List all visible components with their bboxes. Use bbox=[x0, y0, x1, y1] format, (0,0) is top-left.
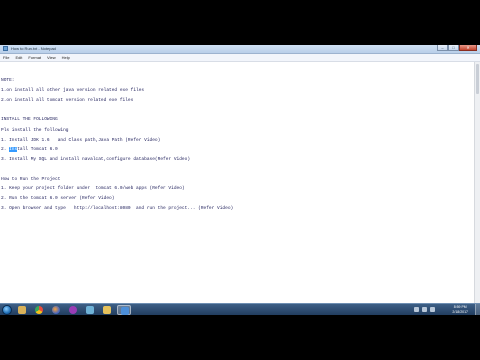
taskbar-folder-icon[interactable] bbox=[100, 305, 114, 315]
notepad-glyph bbox=[121, 307, 129, 315]
text-line: 3. Open browser and type http://localhos… bbox=[1, 206, 234, 211]
firefox-glyph bbox=[52, 306, 60, 314]
taskbar-firefox-icon[interactable] bbox=[49, 305, 63, 315]
chrome-glyph bbox=[35, 306, 43, 314]
text-line: 1. Install JDK 1.6 and Class path,Java P… bbox=[1, 138, 161, 143]
text-line-selected: 2. Install Tomcat 6.0 bbox=[1, 147, 58, 152]
notepad-icon bbox=[3, 46, 8, 51]
menu-file[interactable]: File bbox=[0, 54, 12, 61]
clock-time: 8:59 PM bbox=[453, 305, 467, 309]
tray-network-icon[interactable] bbox=[422, 307, 427, 312]
menu-view[interactable]: View bbox=[44, 54, 59, 61]
network-glyph bbox=[86, 306, 94, 314]
screen: How to Run.txt - Notepad – □ ✕ File Edit… bbox=[0, 45, 480, 315]
taskbar-media-player-icon[interactable] bbox=[66, 305, 80, 315]
clock-date: 2/18/2017 bbox=[452, 309, 468, 314]
menu-help[interactable]: Help bbox=[59, 54, 73, 61]
line-prefix: 2. bbox=[1, 147, 10, 152]
media-player-glyph bbox=[69, 306, 77, 314]
folder-glyph bbox=[103, 306, 111, 314]
show-desktop-button[interactable] bbox=[475, 304, 480, 315]
window-controls: – □ ✕ bbox=[437, 45, 477, 52]
taskbar-explorer-icon[interactable] bbox=[15, 305, 29, 315]
system-clock[interactable]: 8:59 PM 2/18/2017 bbox=[452, 305, 468, 314]
tray-flag-icon[interactable] bbox=[414, 307, 419, 312]
maximize-button[interactable]: □ bbox=[448, 45, 459, 51]
taskbar: 8:59 PM 2/18/2017 bbox=[0, 303, 480, 315]
taskbar-chrome-icon[interactable] bbox=[32, 305, 46, 315]
text-line: INSTALL THE FOLLOWING bbox=[1, 117, 58, 122]
taskbar-notepad-icon[interactable] bbox=[117, 305, 131, 315]
text-line: Pls install the following bbox=[1, 128, 69, 133]
start-button[interactable] bbox=[2, 305, 12, 315]
window-title: How to Run.txt - Notepad bbox=[11, 46, 56, 51]
text-line: 3. Install My SQL and install navalcat,c… bbox=[1, 157, 191, 162]
taskbar-network-icon[interactable] bbox=[83, 305, 97, 315]
title-bar[interactable]: How to Run.txt - Notepad – □ ✕ bbox=[0, 45, 480, 54]
system-tray: 8:59 PM 2/18/2017 bbox=[410, 304, 480, 315]
menu-bar: File Edit Format View Help bbox=[0, 54, 480, 62]
scrollbar-thumb[interactable] bbox=[476, 64, 479, 94]
text-line: 2.on install all tomcat version related … bbox=[1, 98, 134, 103]
menu-format[interactable]: Format bbox=[25, 54, 44, 61]
explorer-glyph bbox=[18, 306, 26, 314]
text-line: 1.on install all other java version rela… bbox=[1, 88, 145, 93]
text-line: 2. Run the tomcat 6.0 server (Refer Vide… bbox=[1, 196, 115, 201]
text-line: How to Run the Project bbox=[1, 177, 61, 182]
tray-volume-icon[interactable] bbox=[430, 307, 435, 312]
menu-edit[interactable]: Edit bbox=[12, 54, 25, 61]
text-line: NOTE: bbox=[1, 78, 15, 83]
vertical-scrollbar[interactable] bbox=[474, 62, 480, 306]
line-rest: tall Tomcat 6.0 bbox=[17, 147, 58, 152]
text-editor[interactable]: NOTE: 1.on install all other java versio… bbox=[0, 62, 474, 306]
close-button[interactable]: ✕ bbox=[459, 45, 477, 51]
minimize-button[interactable]: – bbox=[437, 45, 448, 51]
text-selection: Ins bbox=[9, 147, 18, 152]
text-line: 1. Keep your project folder under tomcat… bbox=[1, 186, 185, 191]
